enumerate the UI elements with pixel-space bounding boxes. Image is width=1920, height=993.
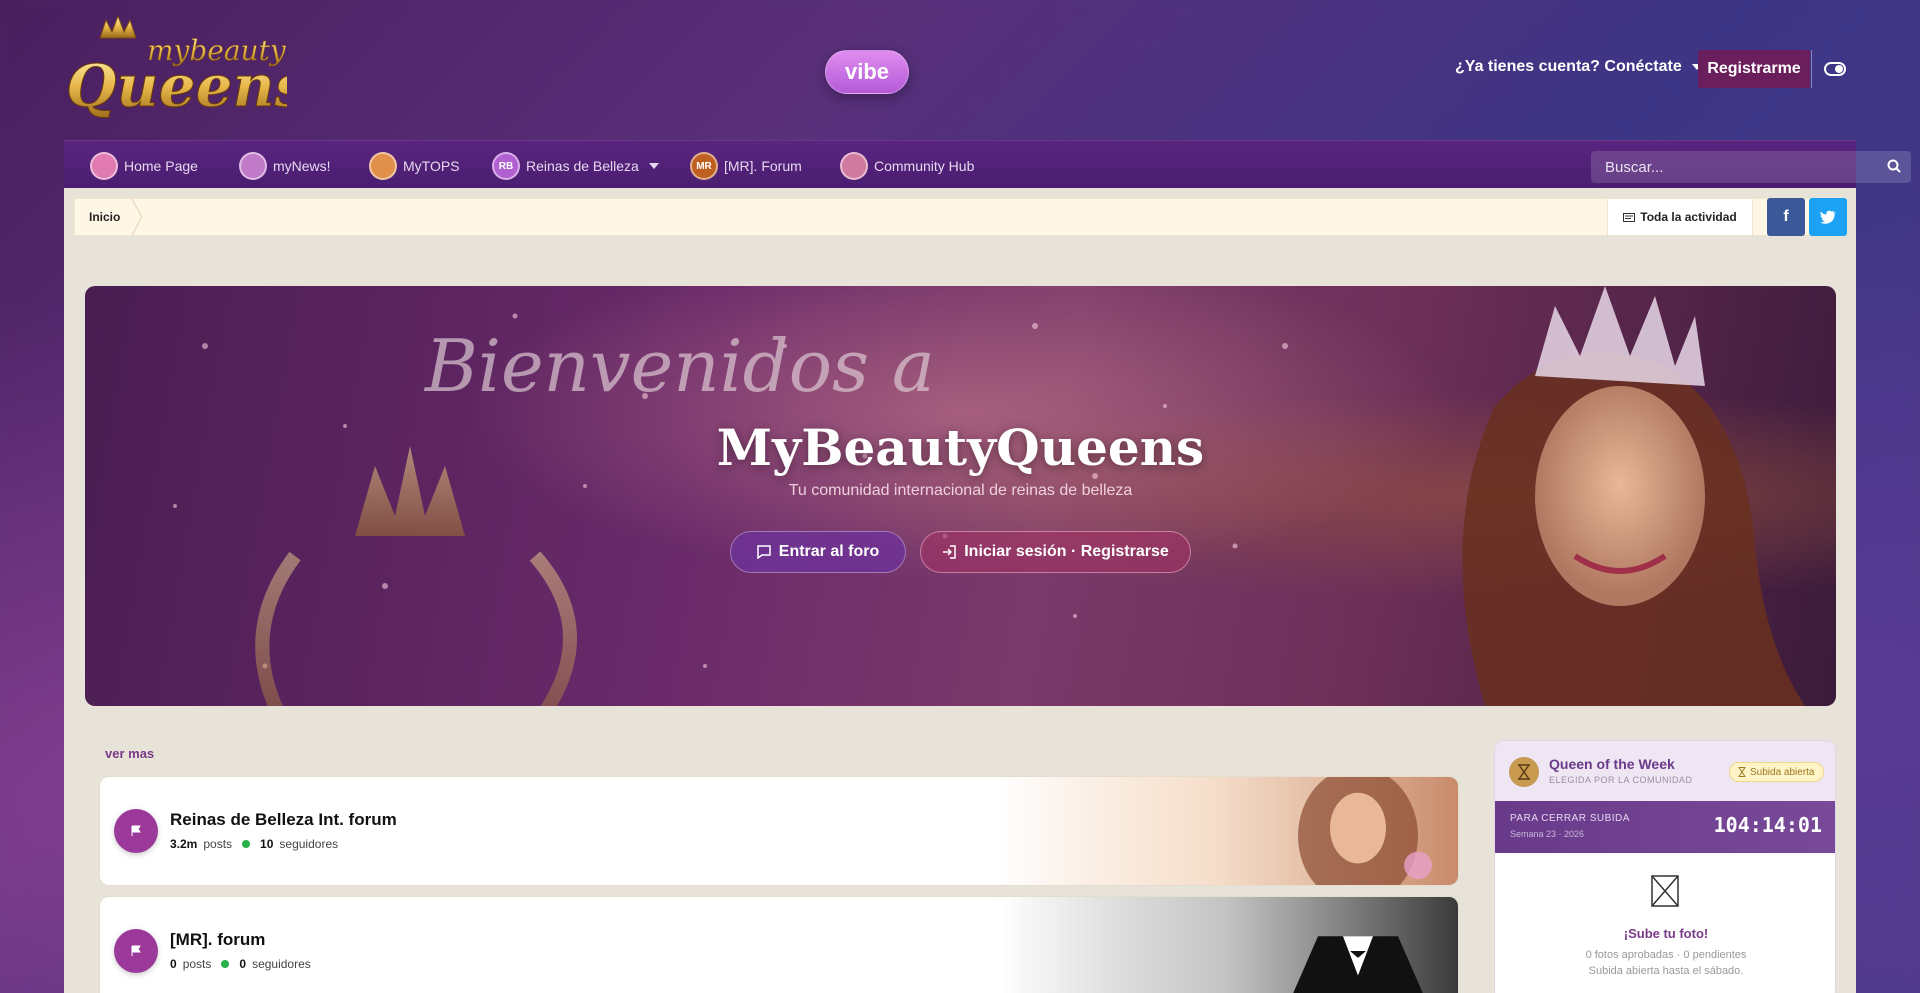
nav-item-home-page[interactable]: Home Page — [90, 152, 198, 180]
qotw-header: Queen of the Week ELEGIDA POR LA COMUNID… — [1495, 741, 1835, 801]
theme-toggle-icon[interactable] — [1824, 62, 1846, 76]
nav-label: Reinas de Belleza — [526, 158, 639, 174]
twitter-icon[interactable] — [1809, 198, 1847, 236]
chevron-down-icon — [648, 163, 659, 169]
nav-item-community-hub[interactable]: Community Hub — [840, 152, 974, 180]
community-icon — [840, 152, 868, 180]
queen-of-week-widget: Queen of the Week ELEGIDA POR LA COMUNID… — [1494, 740, 1836, 993]
online-dot-icon — [242, 840, 251, 848]
followers-label: seguidores — [252, 957, 311, 971]
upload-hourglass-icon — [1651, 875, 1679, 907]
forum-title[interactable]: Reinas de Belleza Int. forum — [170, 810, 397, 830]
hero-banner: Bienvenidos a MyBeautyQueens Tu comunida… — [85, 286, 1836, 706]
upload-title[interactable]: ¡Sube tu foto! — [1495, 926, 1835, 941]
enter-forum-label: Entrar al foro — [778, 543, 880, 560]
rb-icon: RB — [492, 152, 520, 180]
upload-panel[interactable]: ¡Sube tu foto! 0 fotos aprobadas · 0 pen… — [1495, 853, 1835, 993]
upload-status-badge: Subida abierta — [1729, 762, 1824, 782]
forum-stats: 3.2m posts 10 seguidores — [170, 837, 338, 851]
upload-note: Subida abierta hasta el sábado. — [1588, 965, 1744, 977]
vibe-button[interactable]: vibe — [825, 50, 909, 94]
login-label: ¿Ya tienes cuenta? Conéctate — [1455, 58, 1682, 75]
breadcrumb-separator-icon — [131, 199, 143, 235]
upload-stats: 0 fotos aprobadas · 0 pendientes — [1585, 949, 1747, 961]
logo-graphic: mybeauty Queens — [66, 14, 308, 121]
header-divider — [1811, 50, 1812, 88]
week-label: Semana 23 · 2026 — [1510, 829, 1585, 839]
countdown-bar: PARA CERRAR SUBIDA Semana 23 · 2026 104:… — [1495, 801, 1835, 853]
hero-subtitle: Tu comunidad internacional de reinas de … — [788, 482, 1133, 499]
forum-title[interactable]: [MR]. forum — [170, 930, 265, 950]
chat-icon — [757, 545, 771, 559]
forum-flag-icon — [114, 809, 158, 853]
forum-banner-image — [998, 777, 1458, 885]
nav-item-mytops[interactable]: MyTOPS — [369, 152, 460, 180]
enter-forum-button[interactable]: Entrar al foro — [730, 531, 906, 573]
nav-label: Community Hub — [874, 158, 975, 174]
hourglass-badge-icon — [1509, 757, 1539, 787]
upload-status-label: Subida abierta — [1750, 766, 1815, 778]
search-input[interactable]: Buscar... — [1591, 151, 1911, 183]
nav-label: myNews! — [273, 158, 331, 174]
site-header: mybeauty Queens vibe ¿Ya tienes cuenta? … — [0, 0, 1920, 140]
forum-card[interactable]: [MR]. forum 0 posts 0 seguidores — [99, 896, 1459, 993]
nav-item-mr-forum[interactable]: MR [MR]. Forum — [690, 152, 802, 180]
tops-icon — [369, 152, 397, 180]
forum-card[interactable]: Reinas de Belleza Int. forum 3.2m posts … — [99, 776, 1459, 886]
facebook-icon[interactable]: f — [1767, 198, 1805, 236]
posts-label: posts — [203, 837, 233, 851]
all-activity-label: Toda la actividad — [1640, 210, 1737, 224]
register-button[interactable]: Registrarme — [1698, 50, 1810, 88]
qotw-title: Queen of the Week — [1549, 756, 1675, 772]
login-dropdown[interactable]: ¿Ya tienes cuenta? Conéctate — [1455, 58, 1702, 76]
login-register-button[interactable]: Iniciar sesión · Registrarse — [920, 531, 1191, 573]
search-icon[interactable] — [1887, 159, 1901, 173]
login-register-label: Iniciar sesión · Registrarse — [964, 543, 1169, 560]
followers-count: 0 — [239, 957, 247, 971]
qotw-subtitle: ELEGIDA POR LA COMUNIDAD — [1549, 775, 1693, 785]
breadcrumb-home[interactable]: Inicio — [89, 199, 120, 235]
nav-label: Home Page — [124, 158, 198, 174]
site-logo[interactable]: mybeauty Queens — [62, 8, 308, 121]
forum-stats: 0 posts 0 seguidores — [170, 957, 311, 971]
hourglass-icon — [1738, 767, 1746, 777]
mr-icon: MR — [690, 152, 718, 180]
ver-mas-link[interactable]: ver mas — [105, 746, 154, 761]
countdown-label: PARA CERRAR SUBIDA — [1510, 813, 1630, 824]
nav-item-mynews[interactable]: myNews! — [239, 152, 331, 180]
search-placeholder: Buscar... — [1605, 158, 1664, 176]
nav-item-reinas[interactable]: RB Reinas de Belleza — [492, 152, 659, 180]
all-activity-button[interactable]: Toda la actividad — [1607, 198, 1753, 236]
content-area: Inicio Toda la actividad f Bienvenidos a — [64, 188, 1856, 993]
activity-icon — [1623, 212, 1636, 222]
svg-text:Queens: Queens — [66, 52, 287, 120]
forum-banner-image — [998, 897, 1458, 993]
main-nav: Home Page myNews! MyTOPS RB Reinas de Be… — [64, 140, 1911, 188]
hero-title: MyBeautyQueens — [716, 418, 1205, 477]
sign-in-icon — [943, 545, 956, 559]
posts-count: 0 — [170, 957, 177, 971]
posts-label: posts — [182, 957, 212, 971]
followers-count: 10 — [260, 837, 274, 851]
news-icon — [239, 152, 267, 180]
breadcrumb: Inicio — [74, 198, 1846, 236]
followers-label: seguidores — [279, 837, 339, 851]
nav-label: [MR]. Forum — [724, 158, 802, 174]
nav-label: MyTOPS — [403, 158, 460, 174]
countdown-timer: 104:14:01 — [1713, 813, 1822, 837]
posts-count: 3.2m — [170, 837, 198, 851]
forum-flag-icon — [114, 929, 158, 973]
online-dot-icon — [221, 960, 230, 968]
hero-script-text: Bienvenidos a — [425, 324, 935, 408]
home-page-icon — [90, 152, 118, 180]
